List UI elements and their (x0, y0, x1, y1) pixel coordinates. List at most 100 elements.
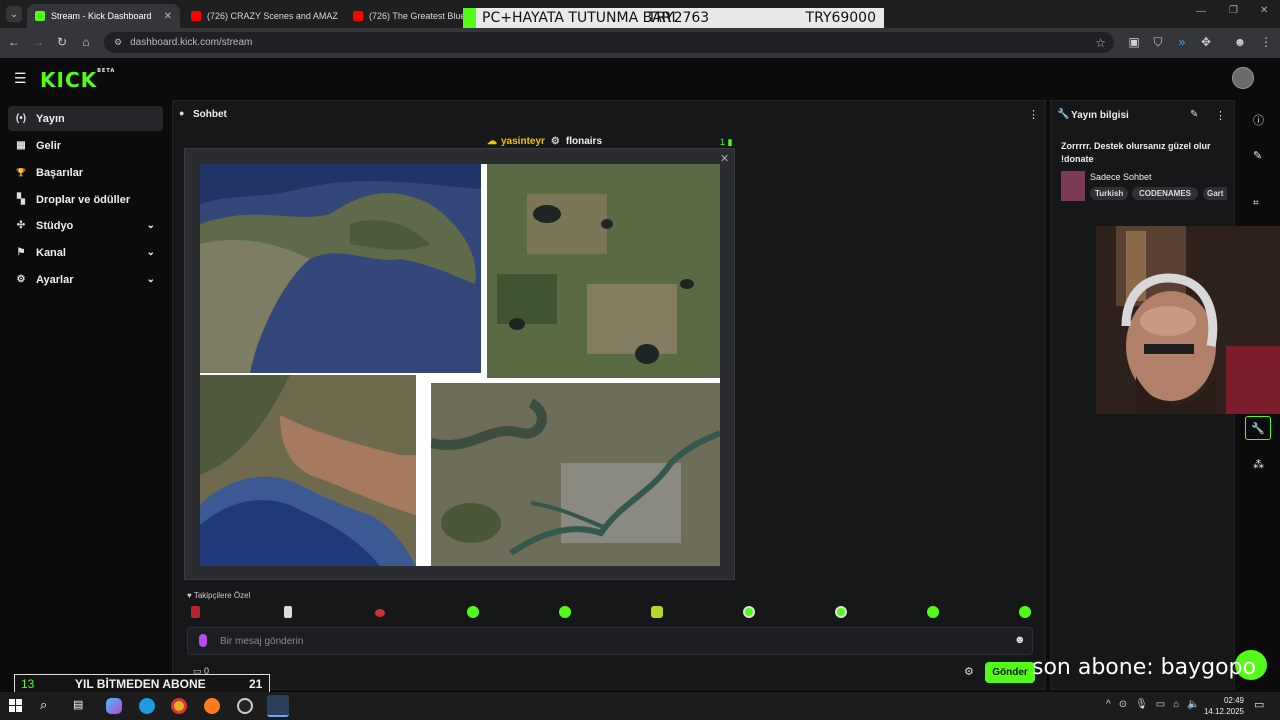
emote-kick-6-icon[interactable] (927, 606, 939, 618)
tray-chevron-icon[interactable]: ^ (1106, 699, 1111, 710)
microphone-tray-icon[interactable]: 🎙 (1135, 699, 1148, 710)
sidebar-item-gelir[interactable]: ▦ Gelir (8, 133, 163, 158)
kick-header (0, 58, 1280, 100)
copilot-icon[interactable] (106, 698, 122, 714)
clock-time: 02:49 (1223, 696, 1244, 705)
user-name[interactable]: yasinteyr (501, 136, 545, 147)
tag-chip[interactable]: Gart (1203, 187, 1227, 200)
sidebar-item-yayin[interactable]: (•) Yayın (8, 106, 163, 131)
network-icon[interactable]: ⌂ (1173, 699, 1179, 710)
shield-extension-icon[interactable]: ⛉ (1150, 34, 1166, 50)
drops-icon: ▚ (17, 194, 25, 205)
emote-kick-1-icon[interactable] (467, 606, 479, 618)
back-icon[interactable]: ← (6, 34, 22, 50)
image-preview-modal: ✕ (184, 148, 735, 580)
beta-badge: BETA (97, 68, 116, 74)
followers-only-text: Takipçilere Özel (193, 591, 251, 600)
user-name[interactable]: flonairs (566, 136, 602, 147)
steam-icon[interactable] (267, 695, 289, 717)
microphone-icon[interactable] (199, 634, 207, 647)
browser-menu-icon[interactable]: ⋮ (1258, 34, 1274, 50)
studio-icon: ✣ (16, 220, 26, 231)
kick-logo[interactable]: KICKBETA (40, 68, 115, 92)
search-icon[interactable]: ⌕ (40, 697, 47, 713)
send-button[interactable]: Gönder (985, 662, 1035, 683)
emote-cup-icon[interactable] (191, 606, 200, 618)
chat-message-input[interactable]: Bir mesaj gönderin ☻ (187, 627, 1033, 655)
edit-icon[interactable]: ✎ (1190, 109, 1198, 120)
emote-kick-5-icon[interactable] (835, 606, 847, 618)
notifications-icon[interactable]: ▭ (1254, 698, 1264, 711)
sidebar-item-ayarlar[interactable]: ⚙ Ayarlar ⌄ (8, 267, 163, 292)
tools-active-icon[interactable]: 🔧 (1245, 416, 1271, 440)
usb-icon[interactable]: ▭ (1156, 699, 1165, 710)
sidebar-item-label: Yayın (36, 112, 65, 125)
emote-kick-2-icon[interactable] (559, 606, 571, 618)
home-icon[interactable]: ⌂ (78, 34, 94, 50)
maximize-window-icon[interactable]: ❐ (1229, 5, 1238, 16)
chevron-down-icon[interactable]: ⌄ (147, 247, 155, 258)
chevron-down-icon[interactable]: ⌄ (147, 220, 155, 231)
pencil-icon[interactable]: ✎ (1253, 149, 1262, 162)
info-icon[interactable]: ⓘ (1253, 112, 1264, 128)
extension-icon[interactable]: ▣ (1126, 34, 1142, 50)
clock[interactable]: 02:49 14.12.2025 (1198, 695, 1244, 717)
emote-glass-icon[interactable] (284, 606, 292, 618)
tray-app-icon[interactable]: ⊙ (1119, 699, 1127, 710)
address-bar[interactable]: ⚙ dashboard.kick.com/stream ☆ (104, 32, 1114, 53)
clip-icon[interactable]: ⌗ (1253, 198, 1259, 209)
close-window-icon[interactable]: ✕ (1260, 5, 1268, 16)
user-avatar[interactable] (1232, 67, 1254, 89)
close-tab-icon[interactable]: ✕ (338, 11, 343, 22)
emote-kick-4-icon[interactable] (743, 606, 755, 618)
browser-tab-kick[interactable]: Stream - Kick Dashboard ✕ (27, 4, 180, 28)
goal-progress-bar (463, 8, 476, 28)
browser-tab-youtube-1[interactable]: (726) CRAZY Scenes and AMAZ ✕ (183, 4, 343, 28)
forward-icon[interactable]: → (30, 34, 46, 50)
task-view-icon[interactable]: ▤ (73, 698, 83, 711)
profile-icon[interactable]: ☻ (1232, 34, 1248, 50)
category-name[interactable]: Sadece Sohbet (1090, 172, 1152, 182)
obs-icon[interactable] (237, 698, 253, 714)
emoji-picker-icon[interactable]: ☻ (1014, 634, 1026, 646)
emote-kick-7-icon[interactable] (1019, 606, 1031, 618)
sidebar-item-droplar[interactable]: ▚ Droplar ve ödüller (8, 187, 163, 212)
sidebar-item-label: Kanal (36, 246, 66, 259)
close-modal-icon[interactable]: ✕ (720, 152, 729, 165)
site-info-icon[interactable]: ⚙ (114, 37, 122, 48)
emote-kick-3-icon[interactable] (651, 606, 663, 618)
tag-chip[interactable]: Turkish (1090, 187, 1129, 200)
satellite-image-peninsula (200, 164, 481, 373)
sidebar-item-label: Gelir (36, 139, 62, 152)
firefox-icon[interactable] (204, 698, 220, 714)
chat-options-icon[interactable]: ⋮ (1028, 108, 1039, 121)
channel-icon: ⚑ (16, 247, 26, 258)
options-icon[interactable]: ⋮ (1215, 109, 1226, 122)
tab-search-button[interactable]: ⌄ (6, 6, 22, 22)
windows-start-icon[interactable] (9, 699, 22, 712)
sidebar-item-studyo[interactable]: ✣ Stüdyo ⌄ (8, 213, 163, 238)
bookmark-star-icon[interactable]: ☆ (1095, 36, 1106, 50)
emote-red-icon[interactable] (375, 609, 385, 617)
reload-icon[interactable]: ↻ (54, 34, 70, 50)
close-tab-icon[interactable]: ✕ (156, 11, 172, 22)
community-icon[interactable]: ⁂ (1253, 458, 1264, 471)
chrome-icon[interactable] (171, 698, 187, 714)
tag-chip[interactable]: CODENAMES (1132, 187, 1199, 200)
minimize-window-icon[interactable]: — (1196, 6, 1206, 17)
youtube-favicon-icon (353, 11, 363, 21)
hamburger-menu-icon[interactable]: ☰ (14, 70, 27, 87)
pinned-users-row: ☁ yasinteyr ⚙ flonairs (487, 136, 602, 147)
windows-taskbar (0, 692, 1280, 720)
tab-title: Stream - Kick Dashboard (51, 11, 152, 21)
chat-settings-icon[interactable]: ⚙ (964, 665, 974, 678)
sidebar-item-kanal[interactable]: ⚑ Kanal ⌄ (8, 240, 163, 265)
edge-icon[interactable] (139, 698, 155, 714)
chevron-down-icon[interactable]: ⌄ (147, 274, 155, 285)
browser-tab-youtube-2[interactable]: (726) The Greatest Blues Ba (345, 4, 463, 28)
sidebar-item-basarilar[interactable]: 🏆 Başarılar (8, 160, 163, 185)
puzzle-extensions-icon[interactable]: ✥ (1198, 34, 1214, 50)
audio-extension-icon[interactable]: » (1174, 34, 1190, 50)
moderator-icon: ⚙ (550, 136, 560, 147)
sidebar-item-label: Ayarlar (36, 273, 74, 286)
